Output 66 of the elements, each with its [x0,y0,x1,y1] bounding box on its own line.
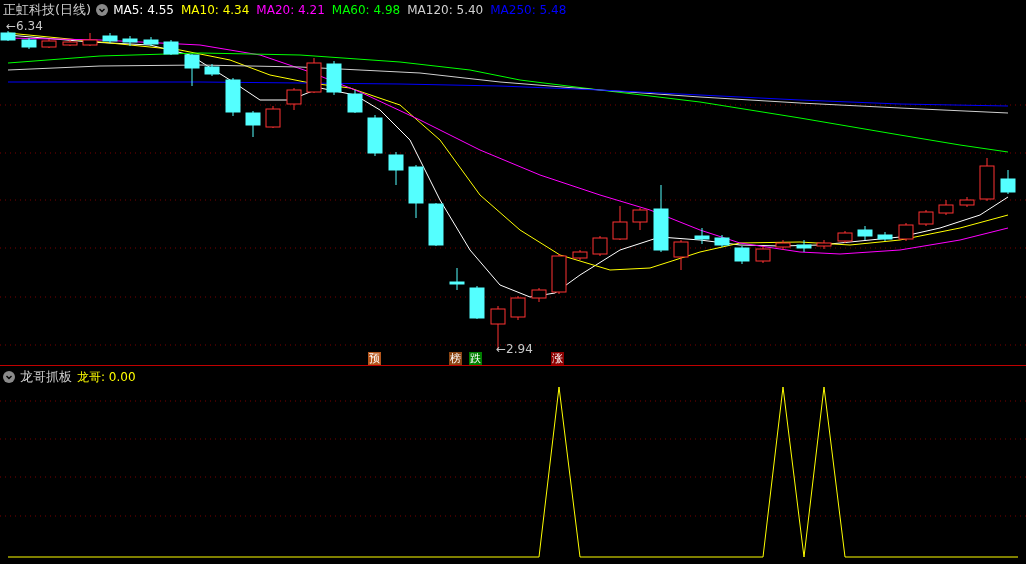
candlestick [225,77,241,117]
candlestick [449,267,465,291]
candlestick [755,245,771,264]
candlestick [775,239,791,251]
candlestick [163,39,179,56]
signal-tag: 榜 [449,352,462,365]
candlestick [938,199,954,216]
candlestick [143,36,159,47]
candlestick [612,205,628,241]
signal-tag: 跌 [469,352,482,365]
chart-title: 正虹科技(日线) [3,3,92,16]
candlestick [204,63,220,77]
indicator-value: MA10: 4.34 [180,3,250,16]
indicator-value: MA250: 5.48 [490,3,567,16]
candlestick [428,202,444,247]
candlestick [979,157,995,202]
signal-tag: 涨 [551,352,564,365]
candlestick [572,249,588,261]
candlestick [898,222,914,242]
candlestick [184,53,200,87]
candlestick [531,287,547,303]
candlestick [816,239,832,250]
candlestick [551,253,567,295]
candlestick [796,239,812,253]
candlestick [102,32,118,44]
candlestick [1000,169,1016,195]
candlestick [918,209,934,227]
candlestick [245,110,261,138]
indicator-title: 龙哥抓板 [20,370,72,383]
candlestick [510,295,526,321]
candlestick [122,35,138,47]
candlestick [408,164,424,219]
indicator-value: MA120: 5.40 [407,3,484,16]
indicator-value: MA5: 4.55 [113,3,174,16]
candlestick [734,245,750,265]
candlestick [877,231,893,242]
candlestick [367,114,383,157]
candlestick [837,230,853,244]
candlestick [326,60,342,96]
candlestick [41,38,57,49]
candlestick [959,196,975,208]
candlestick [82,32,98,47]
price-label: ←6.34 [6,20,43,32]
candlestick [694,227,710,245]
candlestick [0,30,16,42]
candlestick [592,235,608,257]
candlestick [632,207,648,231]
candlestick [347,89,363,114]
candlestick [469,285,485,320]
indicator-value: 龙哥: 0.00 [77,370,136,383]
candlestick [21,37,37,50]
indicator-value: MA60: 4.98 [331,3,401,16]
candlestick [286,87,302,111]
collapse-icon[interactable] [96,3,109,16]
candlestick [306,57,322,94]
candlestick [714,234,730,248]
candlestick [265,105,281,129]
price-label: ←2.94 [496,343,533,355]
candlestick [62,39,78,47]
candlestick [857,225,873,241]
candlestick [673,239,689,271]
signal-tag: 预 [368,352,381,365]
collapse-icon[interactable] [3,370,15,383]
candlestick [388,151,404,186]
indicator-value: MA20: 4.21 [256,3,325,16]
candlestick [653,184,669,253]
